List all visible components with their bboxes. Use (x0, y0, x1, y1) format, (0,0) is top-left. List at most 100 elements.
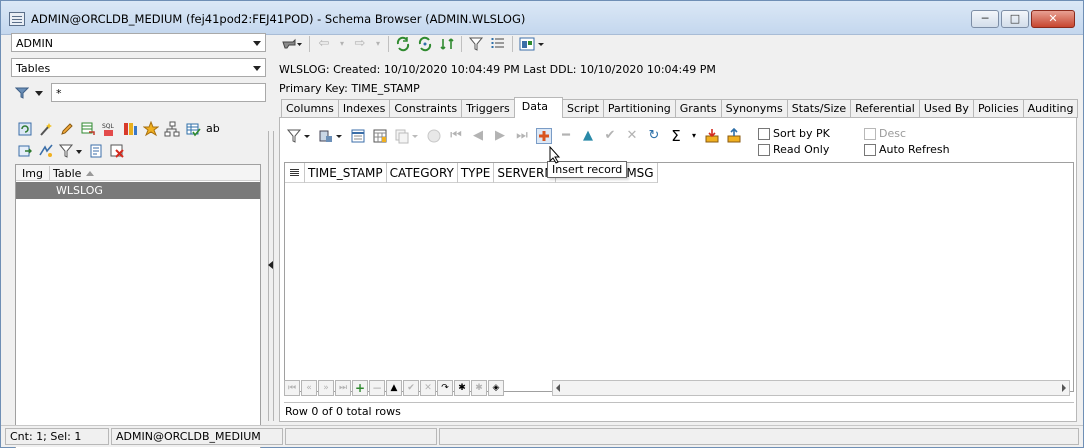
desc-checkbox[interactable]: Desc (864, 127, 906, 140)
disabled-clear-icon[interactable] (426, 128, 442, 144)
sync-icon[interactable] (439, 36, 455, 52)
export-icon[interactable] (17, 143, 33, 159)
back-arrow-icon[interactable]: ⇦ (316, 36, 332, 52)
schema-select[interactable]: ADMIN (11, 33, 266, 52)
nav-post-button[interactable]: ✔ (403, 380, 419, 396)
tab-indexes[interactable]: Indexes (337, 99, 391, 118)
delete-record-icon[interactable]: ━ (558, 128, 574, 144)
column-header-table[interactable]: Table (53, 167, 81, 180)
nav-apply-button[interactable]: ◈ (488, 380, 504, 396)
gun-icon[interactable] (281, 36, 303, 52)
first-record-icon[interactable]: ⏮ (448, 128, 464, 144)
report-icon[interactable] (88, 143, 104, 159)
back-dropdown-icon[interactable]: ▾ (338, 36, 346, 52)
read-only-checkbox[interactable]: Read Only (758, 143, 829, 156)
tab-data[interactable]: Data (513, 97, 564, 118)
wand-icon[interactable] (38, 121, 54, 137)
sort-by-pk-checkbox[interactable]: Sort by PK (758, 127, 830, 140)
table-copy-icon[interactable] (80, 121, 96, 137)
tab-auditing[interactable]: Auditing (1022, 99, 1079, 118)
post-edit-icon[interactable]: ✔ (602, 128, 618, 144)
tab-synonyms[interactable]: Synonyms (720, 99, 788, 118)
tab-constraints[interactable]: Constraints (389, 99, 463, 118)
list-icon[interactable] (490, 36, 506, 52)
minimize-button[interactable]: ─ (971, 10, 999, 28)
sum-dropdown-icon[interactable]: ▾ (690, 128, 698, 144)
transform-icon[interactable] (38, 143, 54, 159)
filter-icon[interactable] (15, 87, 29, 99)
tab-policies[interactable]: Policies (972, 99, 1024, 118)
column-header[interactable]: CATEGORY (387, 163, 458, 183)
nav-next-page-button[interactable]: » (318, 380, 334, 396)
nav-refresh-button[interactable]: ↷ (437, 380, 453, 396)
delete-icon[interactable] (109, 143, 125, 159)
table-row[interactable]: WLSLOG (16, 182, 260, 199)
nav-insert-button[interactable]: + (352, 380, 368, 396)
filter-icon[interactable] (468, 36, 484, 52)
column-header-img[interactable]: Img (22, 167, 43, 180)
insert-record-button[interactable] (536, 128, 552, 144)
pencil-icon[interactable] (59, 121, 75, 137)
import-data-icon[interactable] (726, 128, 742, 144)
filter-dropdown-icon[interactable] (59, 143, 83, 159)
forward-arrow-icon[interactable]: ⇨ (352, 36, 368, 52)
grid-indicator-icon[interactable] (285, 163, 305, 183)
copy-dropdown-icon[interactable] (394, 128, 420, 144)
close-button[interactable]: ✕ (1031, 10, 1075, 28)
edit-record-icon[interactable]: ▲ (580, 128, 596, 144)
next-record-icon[interactable]: ▶ (492, 128, 508, 144)
refresh-all-icon[interactable] (417, 36, 433, 52)
tab-partitioning[interactable]: Partitioning (602, 99, 676, 118)
prior-record-icon[interactable]: ◀ (470, 128, 486, 144)
sql-icon[interactable]: SQL (101, 121, 117, 137)
tab-script[interactable]: Script (562, 99, 604, 118)
nav-edit-button[interactable]: ▲ (386, 380, 402, 396)
column-header[interactable]: TYPE (458, 163, 495, 183)
red-columns-icon[interactable] (122, 121, 138, 137)
filter-dropdown-icon[interactable] (35, 91, 43, 96)
nav-clear-bookmark-button[interactable]: ✱ (471, 380, 487, 396)
scroll-right-icon[interactable] (1062, 384, 1066, 392)
tab-referential[interactable]: Referential (850, 99, 920, 118)
panel-splitter[interactable] (267, 131, 275, 421)
splitter-grip[interactable] (268, 131, 274, 421)
star-icon[interactable] (143, 121, 159, 137)
filter-input[interactable]: * (51, 83, 266, 102)
object-type-select[interactable]: Tables (11, 58, 266, 77)
nav-prior-page-button[interactable]: « (301, 380, 317, 396)
checkbox-box[interactable] (864, 143, 876, 156)
checkbox-box[interactable] (864, 127, 876, 140)
nav-first-button[interactable]: ⏮ (284, 380, 300, 396)
refresh-data-icon[interactable]: ↻ (646, 128, 662, 144)
nav-last-button[interactable]: ⏭ (335, 380, 351, 396)
nav-delete-button[interactable]: − (369, 380, 385, 396)
view-options-icon[interactable] (519, 36, 547, 52)
sum-icon[interactable]: Σ (668, 128, 684, 144)
auto-refresh-checkbox[interactable]: Auto Refresh (864, 143, 950, 156)
column-divider[interactable] (49, 166, 50, 180)
tab-columns[interactable]: Columns (281, 99, 339, 118)
connection-dropdown-icon[interactable] (318, 128, 344, 144)
checkbox-box[interactable] (758, 127, 770, 140)
scroll-left-icon[interactable] (556, 384, 560, 392)
forward-dropdown-icon[interactable]: ▾ (374, 36, 382, 52)
nav-bookmark-button[interactable]: ✱ (454, 380, 470, 396)
grid-check-icon[interactable] (185, 121, 201, 137)
last-record-icon[interactable]: ⏭ (514, 128, 530, 144)
form-view-icon[interactable] (350, 128, 366, 144)
column-header[interactable]: TIME_STAMP (305, 163, 387, 183)
maximize-button[interactable]: □ (1001, 10, 1029, 28)
tab-stats-size[interactable]: Stats/Size (786, 99, 852, 118)
tab-used-by[interactable]: Used By (918, 99, 974, 118)
ab-icon[interactable]: ab (206, 121, 222, 137)
cancel-edit-icon[interactable]: ✕ (624, 128, 640, 144)
hierarchy-icon[interactable] (164, 121, 180, 137)
tab-grants[interactable]: Grants (674, 99, 722, 118)
export-data-icon[interactable] (704, 128, 720, 144)
filter-dropdown-icon[interactable] (286, 128, 312, 144)
horizontal-scrollbar[interactable] (552, 380, 1070, 396)
checkbox-box[interactable] (758, 143, 770, 156)
collapse-left-icon[interactable] (268, 261, 273, 269)
tab-triggers[interactable]: Triggers (461, 99, 515, 118)
calendar-grid-icon[interactable] (372, 128, 388, 144)
